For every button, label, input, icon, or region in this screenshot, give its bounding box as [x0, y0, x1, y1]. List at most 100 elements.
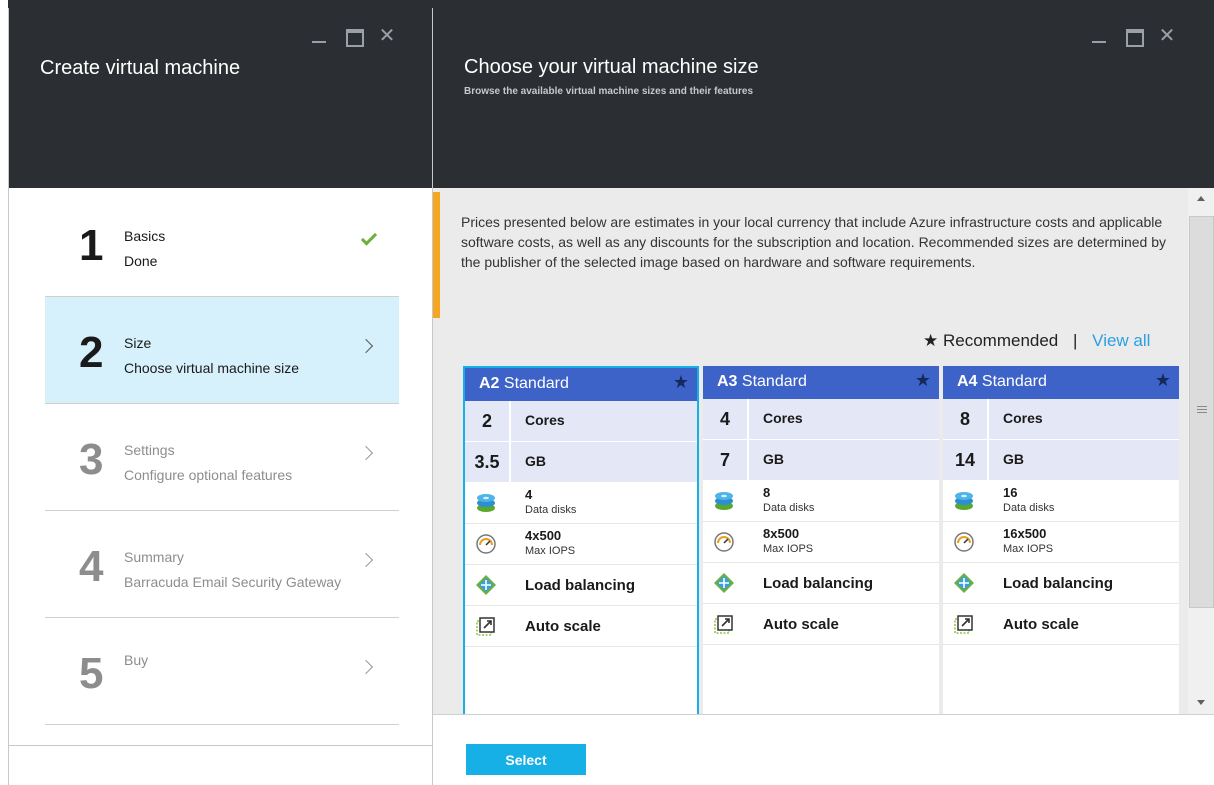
disks-value: 16 — [1003, 485, 1018, 500]
ram-row: 7 GB — [703, 440, 939, 481]
step-settings[interactable]: 3 Settings Configure optional features — [45, 404, 399, 511]
iops-value: 4x500 — [525, 528, 562, 543]
grip-icon — [1197, 406, 1207, 407]
step-number: 3 — [79, 435, 104, 484]
size-card-a3[interactable]: A3 Standard ★ 4 Cores 7 GB 8 Data disks … — [703, 366, 939, 714]
spec-divider — [747, 399, 749, 439]
minimize-icon[interactable] — [309, 26, 329, 46]
size-code: A2 — [479, 375, 500, 392]
blade-subtitle: Browse the available virtual machine siz… — [464, 86, 753, 97]
auto-scale-row: Auto scale — [703, 604, 939, 645]
cores-label: Cores — [1003, 410, 1043, 426]
create-vm-blade: Create virtual machine ✕ 1 Basics Done 2… — [8, 8, 433, 785]
blade-header: Create virtual machine ✕ — [9, 8, 433, 188]
info-accent-bar — [433, 192, 440, 318]
auto-scale-row: Auto scale — [465, 606, 697, 647]
step-basics[interactable]: 1 Basics Done — [45, 190, 399, 297]
step-summary[interactable]: 4 Summary Barracuda Email Security Gatew… — [45, 511, 399, 618]
step-number: 1 — [79, 221, 104, 270]
size-card-a4[interactable]: A4 Standard ★ 8 Cores 14 GB 16 Data disk… — [943, 366, 1179, 714]
select-button[interactable]: Select — [466, 744, 586, 775]
card-header: A2 Standard ★ — [465, 368, 697, 401]
close-icon[interactable]: ✕ — [377, 26, 397, 46]
iops-row: 16x500 Max IOPS — [943, 522, 1179, 563]
gauge-icon — [714, 532, 734, 552]
star-icon: ★ — [923, 331, 939, 350]
size-content-area: Prices presented below are estimates in … — [433, 188, 1188, 714]
step-subtitle: Barracuda Email Security Gateway — [124, 574, 342, 590]
step-title: Basics — [124, 228, 166, 244]
recommended-label: Recommended — [942, 331, 1059, 350]
view-all-link[interactable]: View all — [1092, 331, 1150, 350]
chevron-right-icon — [358, 338, 374, 354]
auto-scale-icon — [714, 615, 733, 634]
size-card-a2[interactable]: A2 Standard ★ 2 Cores 3.5 GB 4 Data disk… — [463, 366, 699, 714]
cores-value: 8 — [959, 409, 970, 429]
blade-title: Choose your virtual machine size — [464, 56, 759, 78]
gauge-icon — [476, 534, 496, 554]
step-title: Summary — [124, 549, 184, 565]
step-title: Size — [124, 335, 152, 351]
size-tier: Standard — [981, 373, 1047, 390]
step-subtitle: Choose virtual machine size — [124, 360, 300, 376]
step-buy[interactable]: 5 Buy — [45, 618, 399, 725]
load-balancing-row: Load balancing — [465, 565, 697, 606]
cores-value: 4 — [719, 409, 730, 429]
vertical-scrollbar[interactable] — [1188, 188, 1214, 714]
disk-stack-icon — [955, 492, 973, 510]
star-icon: ★ — [1154, 370, 1171, 390]
disks-label: Data disks — [763, 502, 815, 514]
disks-row: 4 Data disks — [465, 483, 697, 524]
recommended-row: ★ Recommended | View all — [923, 331, 1150, 351]
auto-scale-label: Auto scale — [525, 618, 601, 635]
cores-row: 8 Cores — [943, 399, 1179, 440]
load-balancing-row: Load balancing — [943, 563, 1179, 604]
scroll-thumb[interactable] — [1189, 216, 1214, 608]
iops-value: 8x500 — [763, 526, 800, 541]
gauge-icon — [954, 532, 974, 552]
ram-row: 14 GB — [943, 440, 1179, 481]
auto-scale-label: Auto scale — [1003, 616, 1079, 633]
close-icon[interactable]: ✕ — [1157, 26, 1177, 46]
window-controls: ✕ — [309, 26, 397, 47]
ram-row: 3.5 GB — [465, 442, 697, 483]
disks-label: Data disks — [1003, 502, 1055, 514]
size-tier: Standard — [503, 375, 569, 392]
iops-row: 8x500 Max IOPS — [703, 522, 939, 563]
iops-row: 4x500 Max IOPS — [465, 524, 697, 565]
chevron-right-icon — [358, 659, 374, 675]
cores-label: Cores — [763, 410, 803, 426]
star-icon: ★ — [914, 370, 931, 390]
iops-value: 16x500 — [1003, 526, 1047, 541]
maximize-icon[interactable] — [343, 26, 364, 47]
spec-divider — [987, 399, 989, 439]
step-number: 5 — [79, 649, 104, 698]
load-balancing-icon — [954, 573, 974, 593]
disks-row: 16 Data disks — [943, 481, 1179, 522]
minimize-icon[interactable] — [1089, 26, 1109, 46]
cores-row: 2 Cores — [465, 401, 697, 442]
spec-divider — [509, 401, 511, 441]
spec-divider — [509, 442, 511, 482]
ram-label: GB — [1003, 451, 1024, 467]
star-icon: ★ — [672, 372, 689, 392]
step-size[interactable]: 2 Size Choose virtual machine size — [45, 297, 399, 404]
iops-label: Max IOPS — [1003, 543, 1054, 555]
size-code: A4 — [957, 373, 978, 390]
step-subtitle: Done — [124, 253, 158, 269]
disks-label: Data disks — [525, 504, 577, 516]
cores-label: Cores — [525, 412, 565, 428]
card-header: A3 Standard ★ — [703, 366, 939, 399]
cores-row: 4 Cores — [703, 399, 939, 440]
top-strip — [0, 0, 1214, 8]
load-balancing-icon — [476, 575, 496, 595]
spec-divider — [747, 440, 749, 480]
iops-label: Max IOPS — [525, 545, 576, 557]
scroll-down-icon[interactable] — [1197, 700, 1205, 705]
disk-stack-icon — [715, 492, 733, 510]
top-strip-dark — [8, 0, 1214, 8]
scroll-up-icon[interactable] — [1197, 196, 1205, 201]
cores-value: 2 — [481, 411, 492, 431]
maximize-icon[interactable] — [1123, 26, 1144, 47]
ram-value: 3.5 — [474, 452, 500, 472]
